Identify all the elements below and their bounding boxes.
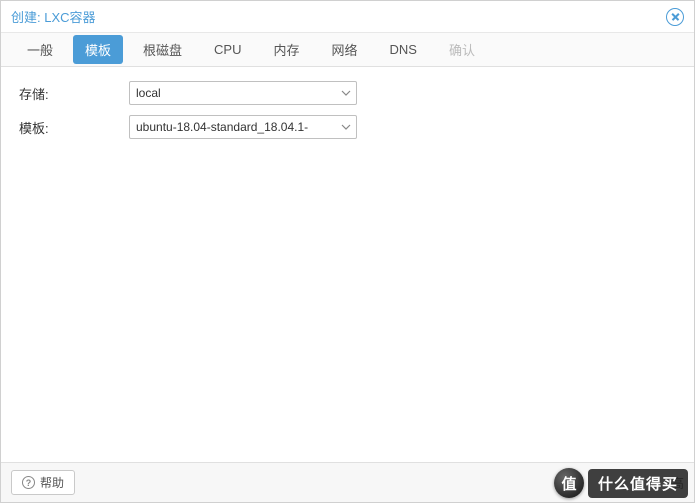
watermark-badge: 值 [554, 468, 584, 498]
watermark: 值 什么值得买 [554, 468, 688, 498]
create-lxc-dialog: 创建: LXC容器 一般 模板 根磁盘 CPU 内存 网络 DNS 确认 存储:… [0, 0, 695, 503]
help-icon: ? [22, 476, 35, 489]
tab-template[interactable]: 模板 [73, 35, 123, 64]
close-icon[interactable] [666, 8, 684, 26]
template-combo[interactable] [129, 115, 357, 139]
storage-combo[interactable] [129, 81, 357, 105]
dialog-footer: ? 帮助 高 值 什么值得买 [1, 462, 694, 502]
tab-confirm: 确认 [437, 35, 487, 64]
tab-network[interactable]: 网络 [320, 35, 370, 64]
tab-memory[interactable]: 内存 [262, 35, 312, 64]
tab-root-disk[interactable]: 根磁盘 [131, 35, 194, 64]
template-label: 模板: [19, 118, 129, 137]
dialog-title: 创建: LXC容器 [11, 7, 666, 26]
form-content: 存储: 模板: [1, 67, 694, 462]
template-row: 模板: [19, 115, 676, 139]
wizard-tabs: 一般 模板 根磁盘 CPU 内存 网络 DNS 确认 [1, 33, 694, 67]
tab-dns[interactable]: DNS [378, 37, 429, 62]
advanced-label: 高 [671, 473, 684, 492]
storage-row: 存储: [19, 81, 676, 105]
footer-right: 高 [671, 473, 684, 492]
storage-label: 存储: [19, 84, 129, 103]
tab-cpu[interactable]: CPU [202, 37, 253, 62]
help-button[interactable]: ? 帮助 [11, 470, 75, 495]
dialog-header: 创建: LXC容器 [1, 1, 694, 33]
template-input[interactable] [129, 115, 357, 139]
tab-general[interactable]: 一般 [15, 35, 65, 64]
help-label: 帮助 [40, 474, 64, 491]
storage-input[interactable] [129, 81, 357, 105]
